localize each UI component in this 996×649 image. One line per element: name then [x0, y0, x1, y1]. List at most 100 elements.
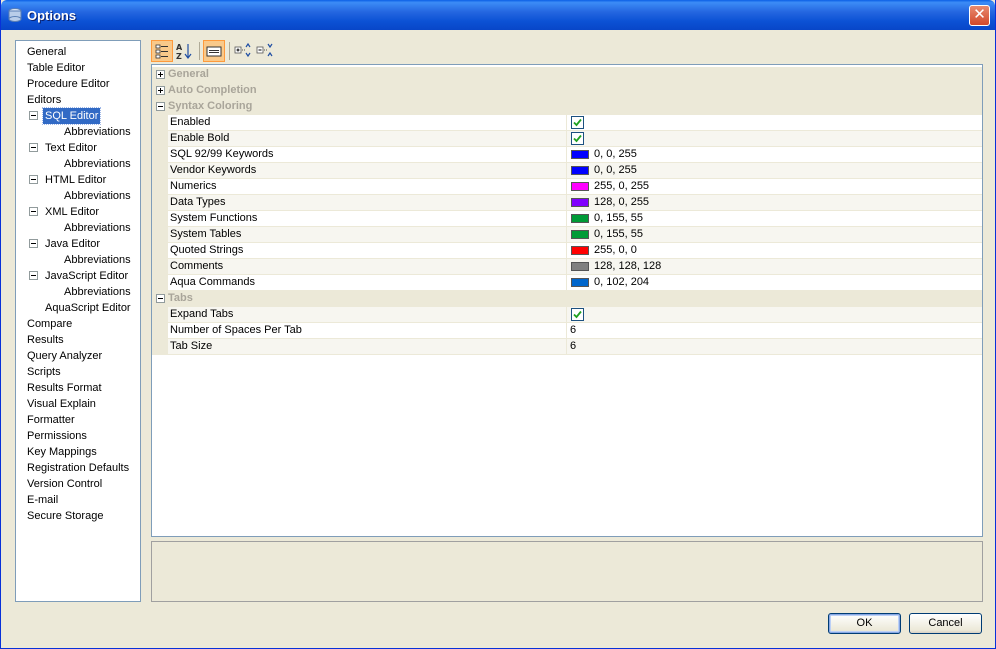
tree-item-secure-storage[interactable]: Secure Storage	[25, 508, 105, 524]
property-row-comments[interactable]: Comments 128, 128, 128	[152, 259, 982, 275]
tree-item-e-mail[interactable]: E-mail	[25, 492, 60, 508]
tree-item-abbreviations[interactable]: Abbreviations	[62, 284, 133, 300]
alphabetical-button[interactable]: A Z	[173, 40, 195, 62]
property-value[interactable]: 255, 0, 0	[566, 243, 982, 259]
row-gutter	[152, 227, 168, 243]
expand-all-button[interactable]	[233, 40, 255, 62]
category-tabs[interactable]: Tabs	[152, 291, 982, 307]
property-value[interactable]: 6	[566, 339, 982, 355]
tree-item-results[interactable]: Results	[25, 332, 66, 348]
row-gutter	[152, 211, 168, 227]
property-row-enabled[interactable]: Enabled	[152, 115, 982, 131]
tree-item-key-mappings[interactable]: Key Mappings	[25, 444, 99, 460]
tree-item-procedure-editor[interactable]: Procedure Editor	[25, 76, 112, 92]
tree-item-sql-editor[interactable]: SQL Editor	[41, 107, 102, 125]
color-value: 0, 155, 55	[594, 228, 643, 240]
tree-item-abbreviations[interactable]: Abbreviations	[62, 124, 133, 140]
tree-item-xml-editor[interactable]: XML Editor	[43, 204, 101, 220]
tree-item-registration-defaults[interactable]: Registration Defaults	[25, 460, 131, 476]
categorized-icon	[155, 44, 168, 59]
property-row-data-types[interactable]: Data Types 128, 0, 255	[152, 195, 982, 211]
tree-item-abbreviations[interactable]: Abbreviations	[62, 188, 133, 204]
tree-item-text-editor[interactable]: Text Editor	[43, 140, 99, 156]
property-name: System Functions	[168, 211, 567, 227]
property-row-tab-size[interactable]: Tab Size 6	[152, 339, 982, 355]
property-value[interactable]: 0, 0, 255	[566, 147, 982, 163]
property-grid[interactable]: General Auto Completion Syntax Coloring Ena…	[151, 64, 983, 537]
tree-item-html-editor[interactable]: HTML Editor	[43, 172, 108, 188]
tree-collapse-icon[interactable]	[29, 143, 38, 152]
checkbox[interactable]	[571, 116, 584, 129]
text-value: 6	[570, 340, 577, 352]
categorized-button[interactable]	[151, 40, 173, 62]
tree-item-general[interactable]: General	[25, 44, 68, 60]
property-value[interactable]	[566, 307, 982, 323]
property-value[interactable]: 0, 155, 55	[566, 227, 982, 243]
property-value[interactable]: 128, 128, 128	[566, 259, 982, 275]
category-syntax-coloring[interactable]: Syntax Coloring	[152, 99, 982, 115]
checkbox[interactable]	[571, 132, 584, 145]
tree-item-abbreviations[interactable]: Abbreviations	[62, 220, 133, 236]
collapse-icon[interactable]	[156, 294, 165, 303]
color-value: 0, 155, 55	[594, 212, 643, 224]
property-value[interactable]: 6	[566, 323, 982, 339]
property-value[interactable]	[566, 115, 982, 131]
checkbox[interactable]	[571, 308, 584, 321]
property-row-number-of-spaces-per-tab[interactable]: Number of Spaces Per Tab 6	[152, 323, 982, 339]
property-value[interactable]: 0, 0, 255	[566, 163, 982, 179]
toolbar-separator	[229, 42, 230, 60]
property-value[interactable]: 0, 155, 55	[566, 211, 982, 227]
tree-collapse-icon[interactable]	[29, 207, 38, 216]
property-value[interactable]: 128, 0, 255	[566, 195, 982, 211]
property-row-vendor-keywords[interactable]: Vendor Keywords 0, 0, 255	[152, 163, 982, 179]
category-auto-completion[interactable]: Auto Completion	[152, 83, 982, 99]
property-row-aqua-commands[interactable]: Aqua Commands 0, 102, 204	[152, 275, 982, 291]
property-value[interactable]: 255, 0, 255	[566, 179, 982, 195]
color-value: 128, 128, 128	[594, 260, 662, 272]
property-row-system-functions[interactable]: System Functions 0, 155, 55	[152, 211, 982, 227]
property-name: Enabled	[168, 115, 567, 131]
tree-item-results-format[interactable]: Results Format	[25, 380, 104, 396]
tree-item-visual-explain[interactable]: Visual Explain	[25, 396, 98, 412]
tree-item-version-control[interactable]: Version Control	[25, 476, 104, 492]
property-value[interactable]: 0, 102, 204	[566, 275, 982, 291]
expand-icon[interactable]	[156, 86, 165, 95]
tree-item-editors[interactable]: Editors	[25, 92, 63, 108]
ok-button[interactable]: OK	[828, 613, 901, 634]
tree-collapse-icon[interactable]	[29, 271, 38, 280]
color-swatch	[571, 214, 589, 223]
tree-item-permissions[interactable]: Permissions	[25, 428, 89, 444]
collapse-icon[interactable]	[156, 102, 165, 111]
tree-item-java-editor[interactable]: Java Editor	[43, 236, 102, 252]
expand-icon[interactable]	[156, 70, 165, 79]
property-pages-button[interactable]	[203, 40, 225, 62]
property-row-sql-92-99-keywords[interactable]: SQL 92/99 Keywords 0, 0, 255	[152, 147, 982, 163]
property-row-system-tables[interactable]: System Tables 0, 155, 55	[152, 227, 982, 243]
title-bar[interactable]: Options ✕	[1, 0, 995, 30]
tree-item-formatter[interactable]: Formatter	[25, 412, 77, 428]
tree-item-aquascript-editor[interactable]: AquaScript Editor	[43, 300, 133, 316]
tree-collapse-icon[interactable]	[29, 111, 38, 120]
tree-collapse-icon[interactable]	[29, 239, 38, 248]
property-row-expand-tabs[interactable]: Expand Tabs	[152, 307, 982, 323]
tree-item-abbreviations[interactable]: Abbreviations	[62, 252, 133, 268]
category-general[interactable]: General	[152, 67, 982, 83]
tree-item-query-analyzer[interactable]: Query Analyzer	[25, 348, 104, 364]
property-value[interactable]	[566, 131, 982, 147]
property-row-numerics[interactable]: Numerics 255, 0, 255	[152, 179, 982, 195]
tree-item-table-editor[interactable]: Table Editor	[25, 60, 87, 76]
tree-item-abbreviations[interactable]: Abbreviations	[62, 156, 133, 172]
tree-item-compare[interactable]: Compare	[25, 316, 74, 332]
tree-item-scripts[interactable]: Scripts	[25, 364, 63, 380]
cancel-button[interactable]: Cancel	[909, 613, 982, 634]
property-row-enable-bold[interactable]: Enable Bold	[152, 131, 982, 147]
close-button[interactable]: ✕	[969, 5, 990, 26]
app-icon	[7, 7, 23, 23]
options-tree[interactable]: General Table Editor Procedure Editor Edito…	[15, 40, 141, 602]
collapse-all-button[interactable]	[255, 40, 277, 62]
property-row-quoted-strings[interactable]: Quoted Strings 255, 0, 0	[152, 243, 982, 259]
row-gutter	[152, 259, 168, 275]
color-value: 0, 0, 255	[594, 164, 637, 176]
tree-item-javascript-editor[interactable]: JavaScript Editor	[43, 268, 130, 284]
tree-collapse-icon[interactable]	[29, 175, 38, 184]
